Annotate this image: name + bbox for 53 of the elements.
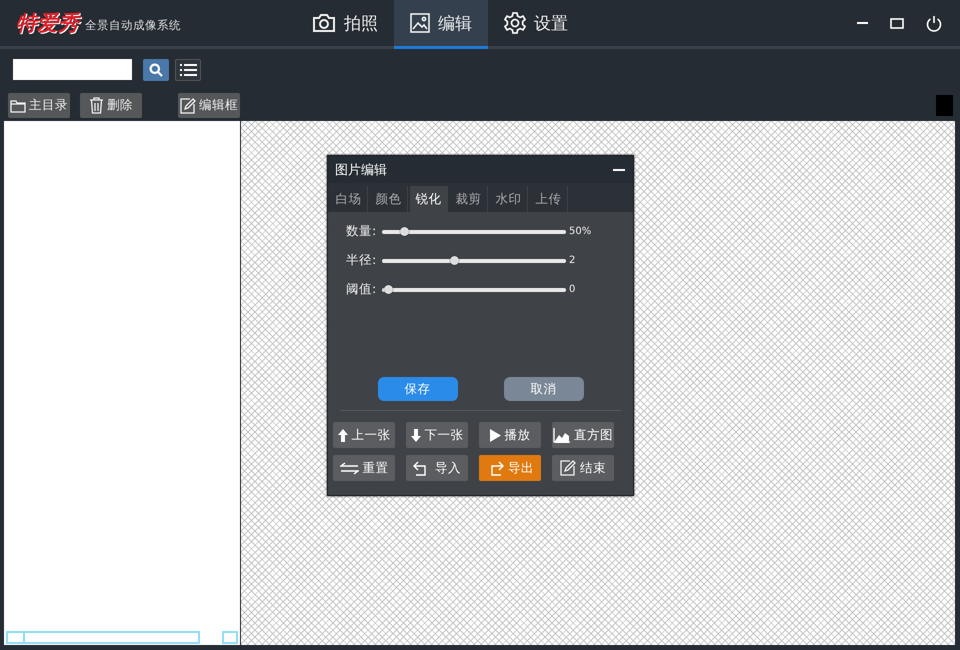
slider-value: 50%: [569, 226, 592, 237]
maximize-icon[interactable]: [890, 18, 904, 28]
slider-thumb[interactable]: [384, 284, 393, 294]
slider-thumb[interactable]: [400, 226, 408, 236]
up-arrow-icon: [338, 428, 348, 442]
swap-icon: [340, 462, 358, 474]
slider-track[interactable]: [382, 288, 566, 292]
chart-icon: [553, 428, 570, 442]
action-button[interactable]: 上一张: [333, 422, 395, 448]
search-field[interactable]: [13, 59, 132, 80]
down-arrow-icon: [410, 428, 420, 442]
toolbar-button[interactable]: 编辑框: [178, 93, 240, 118]
slider-label: 半径:: [346, 252, 378, 269]
minimize-button[interactable]: [613, 168, 625, 170]
slider-label: 阈值:: [346, 281, 378, 298]
power-icon[interactable]: [926, 14, 942, 32]
action-button[interactable]: 播放: [479, 422, 541, 448]
image-icon: [410, 13, 430, 33]
action-button[interactable]: 导入: [406, 455, 468, 481]
save-button[interactable]: 保存: [378, 377, 458, 401]
scrollbar[interactable]: [4, 631, 240, 644]
edit-icon: [560, 460, 576, 476]
dialog-title: 图片编辑: [335, 162, 387, 178]
list-view-button[interactable]: [175, 58, 201, 80]
slider-value: 0: [569, 284, 576, 295]
dialog-tab[interactable]: 锐化: [410, 186, 448, 212]
app-logo: 特爱秀: [16, 9, 79, 37]
camera-icon: [312, 13, 336, 33]
list-icon: [180, 64, 196, 76]
slider-label: 数量:: [346, 223, 378, 240]
nav-tab[interactable]: 拍照: [296, 0, 394, 49]
search-button[interactable]: [143, 58, 169, 80]
toolbar-button[interactable]: 主目录: [8, 93, 70, 118]
search-icon: [149, 62, 163, 76]
nav-tab[interactable]: 设置: [488, 0, 584, 49]
folder-icon: [10, 98, 26, 112]
play-icon: [490, 428, 500, 442]
slider-track[interactable]: [382, 258, 566, 262]
toolbar-button[interactable]: 删除: [80, 93, 142, 118]
cancel-button[interactable]: 取消: [504, 377, 584, 401]
slider-track[interactable]: [382, 230, 566, 234]
settings-icon: [504, 12, 526, 34]
trash-icon: [89, 97, 104, 114]
nav-tab[interactable]: 编辑: [394, 0, 488, 49]
slider-thumb[interactable]: [450, 256, 460, 264]
slider-value: 2: [569, 255, 576, 266]
color-swatch: [936, 95, 953, 116]
action-button[interactable]: 结束: [552, 455, 614, 481]
action-button[interactable]: 重置: [333, 455, 395, 481]
edit-icon: [180, 98, 196, 114]
action-button[interactable]: 下一张: [406, 422, 468, 448]
action-button[interactable]: 直方图: [552, 422, 614, 448]
app-subtitle: 全景自动成像系统: [85, 17, 181, 33]
